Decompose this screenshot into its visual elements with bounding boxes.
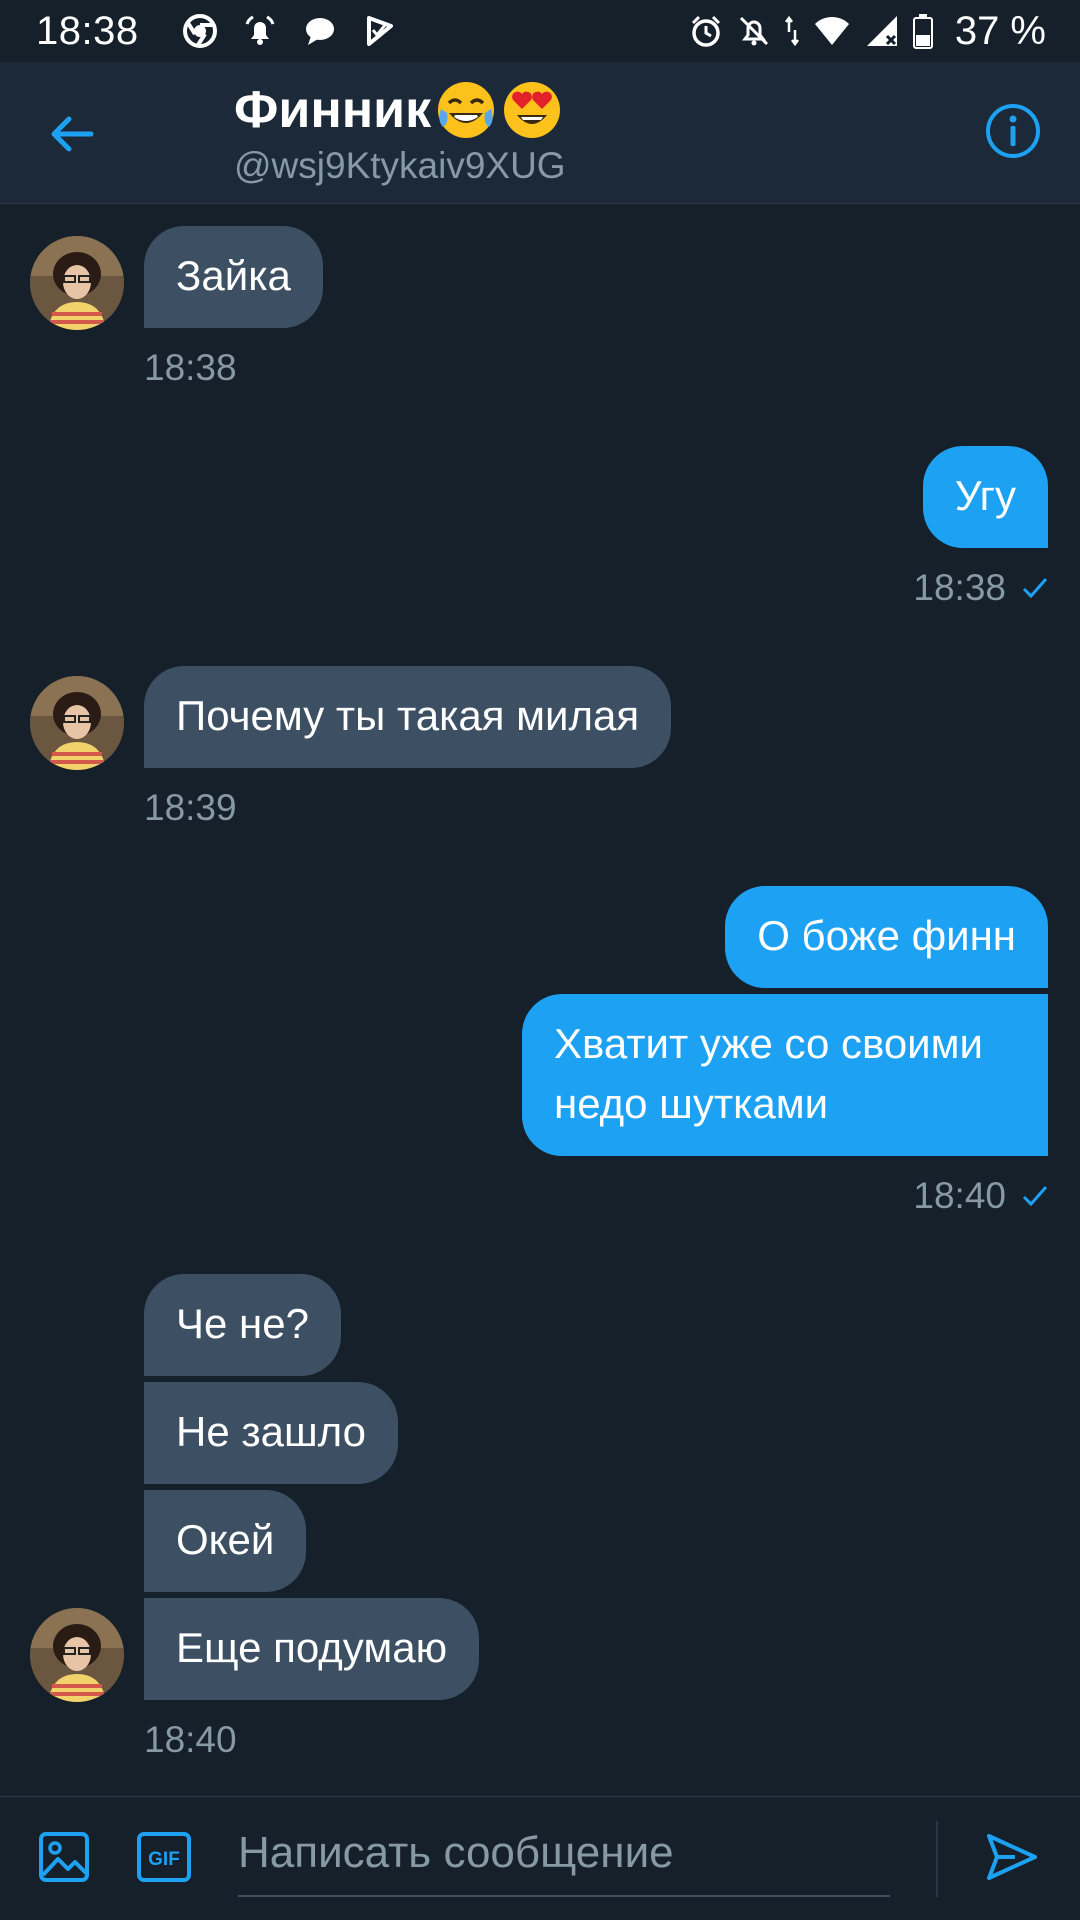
status-time: 18:38 xyxy=(36,8,139,53)
cell-signal-icon xyxy=(865,14,899,48)
read-check-icon xyxy=(1022,578,1048,599)
incoming-message[interactable]: Окей xyxy=(144,1490,307,1592)
data-arrows-icon xyxy=(784,14,799,48)
message-text: Окей xyxy=(176,1516,275,1563)
heart-eyes-emoji-icon xyxy=(504,82,561,138)
gif-icon: GIF xyxy=(137,1832,191,1882)
message-text: Зайка xyxy=(176,252,291,299)
battery-icon xyxy=(912,13,933,49)
back-button[interactable] xyxy=(40,106,104,162)
alarm-bell-icon xyxy=(243,14,277,48)
message-input[interactable] xyxy=(238,1811,890,1897)
incoming-message[interactable]: Зайка xyxy=(144,226,323,328)
dm-conversation-screen: 18:38 37 % Финник @wsj9Ktykaiv9XUG Зайка… xyxy=(0,0,1080,1920)
status-bar: 18:38 37 % xyxy=(0,0,1080,62)
add-photo-button[interactable] xyxy=(34,1827,94,1887)
contact-name: Финник xyxy=(234,76,566,144)
send-icon xyxy=(987,1834,1037,1880)
name-emojis xyxy=(435,79,563,141)
message-text: Угу xyxy=(954,472,1016,519)
notifications-off-icon xyxy=(737,14,771,48)
contact-avatar[interactable] xyxy=(30,676,124,770)
incoming-message[interactable]: Не зашло xyxy=(144,1382,399,1484)
conversation-header: Финник @wsj9Ktykaiv9XUG xyxy=(0,62,1080,204)
alarm-clock-icon xyxy=(689,14,723,48)
message-timestamp-row: 18:40 xyxy=(913,1174,1048,1218)
info-icon xyxy=(986,104,1040,158)
contact-photo xyxy=(30,676,124,770)
message-text: Почему ты такая милая xyxy=(176,692,640,739)
battery-percentage: 37 % xyxy=(954,8,1046,53)
message-text: Че не? xyxy=(176,1300,309,1347)
contact-name-text: Финник xyxy=(234,81,432,139)
message-timestamp: 18:39 xyxy=(144,787,237,828)
outgoing-message[interactable]: Угу xyxy=(922,446,1048,548)
checkmark-app-icon xyxy=(363,14,397,48)
contact-avatar[interactable] xyxy=(30,1608,124,1702)
outgoing-message[interactable]: Хватит уже со своими недо шутками xyxy=(522,994,1048,1156)
message-timestamp-row: 18:38 xyxy=(913,566,1048,610)
message-timestamp: 18:38 xyxy=(144,347,237,388)
tears-of-joy-emoji-icon xyxy=(438,82,495,138)
composer-divider xyxy=(936,1821,938,1897)
conversation-title-block[interactable]: Финник @wsj9Ktykaiv9XUG xyxy=(234,76,566,188)
contact-handle: @wsj9Ktykaiv9XUG xyxy=(234,145,566,186)
outgoing-message[interactable]: О боже финн xyxy=(725,886,1048,988)
back-arrow-icon xyxy=(51,116,94,152)
contact-avatar[interactable] xyxy=(30,236,124,330)
incoming-message[interactable]: Почему ты такая милая xyxy=(144,666,672,768)
message-text: Еще подумаю xyxy=(176,1624,448,1671)
image-icon xyxy=(39,1832,89,1882)
system-icons: 37 % xyxy=(689,9,1046,54)
contact-photo xyxy=(30,236,124,330)
notification-icons xyxy=(182,14,397,48)
message-timestamp: 18:38 xyxy=(913,567,1006,608)
incoming-message[interactable]: Че не? xyxy=(144,1274,341,1376)
wifi-icon xyxy=(813,14,851,48)
message-timestamp: 18:40 xyxy=(913,1175,1006,1216)
message-text: О боже финн xyxy=(757,912,1016,959)
message-timestamp: 18:40 xyxy=(144,1719,237,1760)
message-text: Не зашло xyxy=(176,1408,367,1455)
message-composer: GIF xyxy=(0,1796,1080,1920)
gif-label: GIF xyxy=(148,1849,180,1870)
chat-bubble-icon xyxy=(303,14,337,48)
send-button[interactable] xyxy=(980,1825,1044,1889)
info-button[interactable] xyxy=(984,102,1048,166)
incoming-message[interactable]: Еще подумаю xyxy=(144,1598,480,1700)
contact-photo xyxy=(30,1608,124,1702)
chrome-icon xyxy=(182,14,217,48)
add-gif-button[interactable]: GIF xyxy=(134,1827,194,1887)
read-check-icon xyxy=(1022,1186,1048,1207)
message-text: Хватит уже со своими недо шутками xyxy=(554,1020,983,1127)
